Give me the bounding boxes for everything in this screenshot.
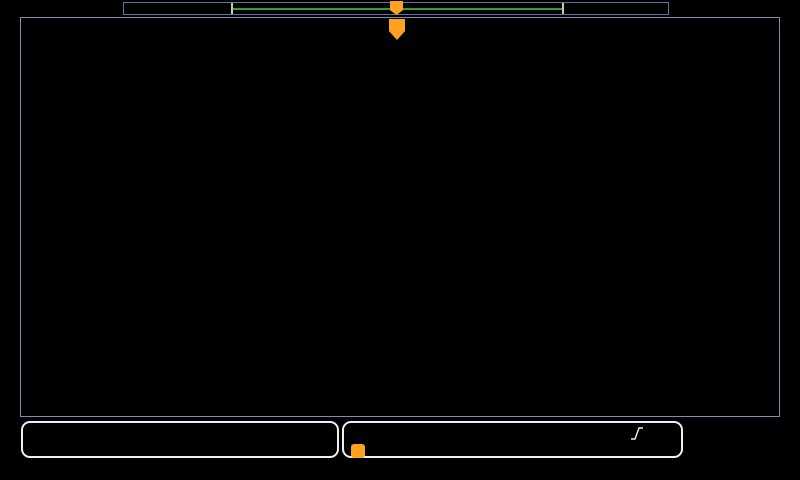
trigger-source-readout[interactable] bbox=[596, 425, 645, 442]
trigger-source-badge[interactable] bbox=[596, 426, 622, 441]
trigger-position-readout[interactable] bbox=[351, 442, 369, 459]
record-view-bracket-right bbox=[562, 3, 564, 14]
graticule-frame bbox=[20, 17, 780, 417]
channel-2-readout[interactable] bbox=[186, 425, 253, 442]
channel-2-marker[interactable] bbox=[0, 187, 21, 204]
channel-4-marker[interactable] bbox=[0, 349, 21, 366]
trigger-t-icon bbox=[351, 443, 365, 458]
channel-2-badge[interactable] bbox=[186, 426, 212, 441]
channel-4-coupling bbox=[234, 445, 253, 457]
channel-2-coupling bbox=[234, 428, 253, 440]
channel-3-coupling bbox=[79, 445, 98, 457]
channel-3-readout[interactable] bbox=[31, 442, 98, 459]
horizontal-trigger-readouts-box bbox=[342, 421, 683, 458]
channel-readouts-box bbox=[21, 421, 339, 458]
channel-3-badge[interactable] bbox=[31, 443, 57, 458]
ac-coupling-icon bbox=[79, 428, 96, 440]
channel-4-badge[interactable] bbox=[186, 443, 212, 458]
rising-edge-slope-icon bbox=[631, 427, 643, 440]
channel-4-readout[interactable] bbox=[186, 442, 253, 459]
ac-coupling-icon bbox=[234, 428, 251, 440]
channel-1-coupling bbox=[79, 428, 98, 440]
channel-1-badge[interactable] bbox=[31, 426, 57, 441]
channel-1-readout[interactable] bbox=[31, 425, 98, 442]
record-view-bracket-left bbox=[231, 3, 233, 14]
channel-3-marker[interactable] bbox=[0, 264, 21, 281]
channel-1-marker[interactable] bbox=[0, 105, 21, 122]
ac-coupling-icon bbox=[234, 445, 251, 457]
ac-coupling-icon bbox=[79, 445, 96, 457]
